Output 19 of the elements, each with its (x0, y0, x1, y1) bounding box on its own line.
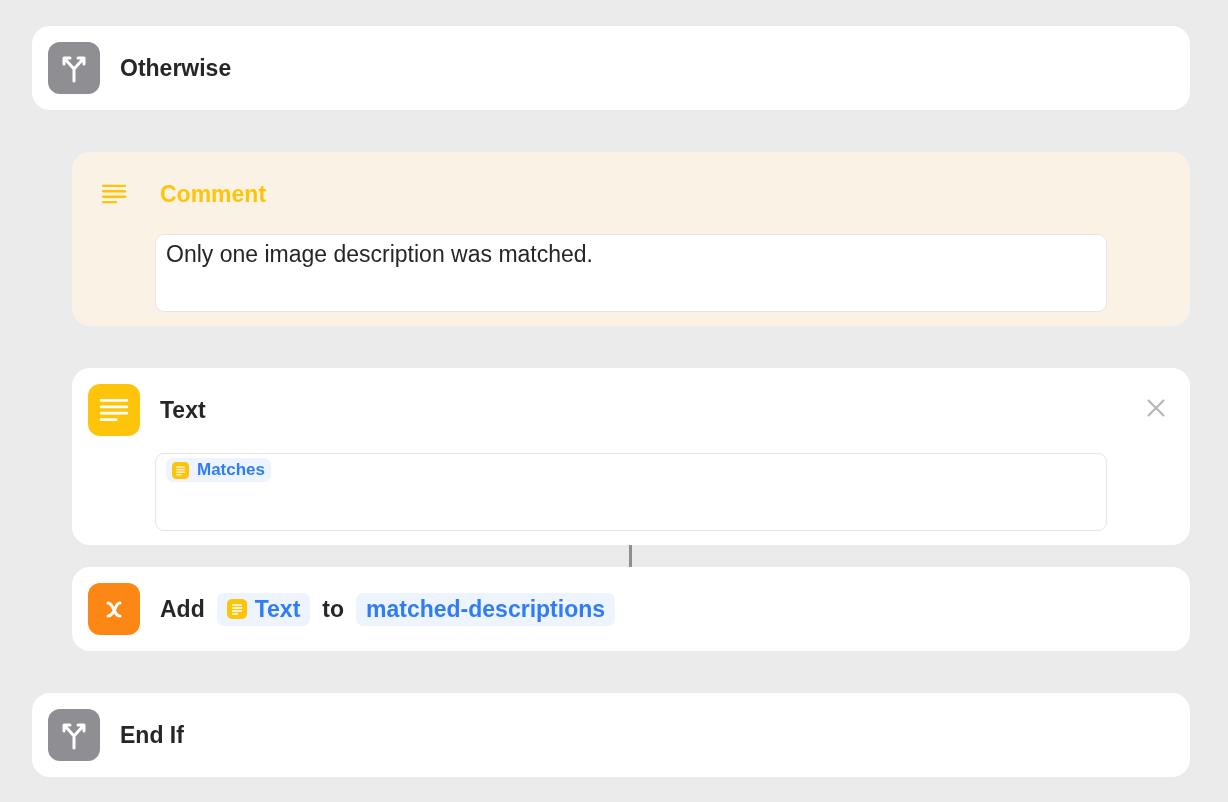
action-title: Comment (160, 180, 267, 208)
comment-card[interactable]: Comment Only one image description was matched. (72, 152, 1190, 326)
action-card[interactable]: End If (32, 693, 1190, 777)
action-card[interactable]: Text Matches (72, 368, 1190, 545)
comment-field[interactable]: Only one image description was matched. (155, 234, 1107, 312)
text-field[interactable]: Matches (155, 453, 1107, 531)
action-word: Add (160, 595, 205, 623)
lines-icon (99, 398, 129, 422)
action-word: to (322, 595, 345, 623)
action-title: Otherwise (120, 54, 232, 82)
action-card[interactable]: Add Text to matched-descriptions (72, 567, 1190, 651)
variable-token[interactable]: Text (216, 592, 311, 626)
variable-token[interactable]: Matches (166, 458, 272, 482)
variable-token[interactable]: matched-descriptions (356, 592, 616, 626)
lines-icon (101, 184, 127, 204)
action-title: Text (160, 396, 206, 424)
action-title: End If (120, 721, 184, 749)
close-button[interactable] (1146, 398, 1166, 418)
action-card[interactable]: Otherwise (32, 26, 1190, 110)
